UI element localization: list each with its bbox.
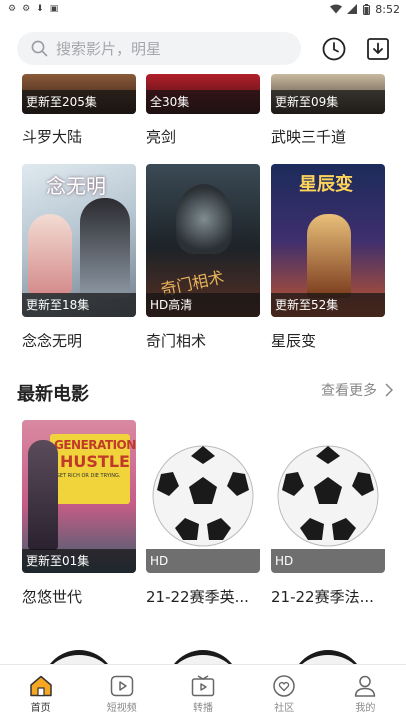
video-title: 斗罗大陆 xyxy=(22,128,83,146)
poster-figure xyxy=(28,440,58,550)
next-row-preview xyxy=(22,650,136,664)
battery-icon xyxy=(363,3,371,15)
download-button[interactable] xyxy=(365,36,391,62)
poster-image: 更新至09集 xyxy=(271,74,385,114)
wifi-icon xyxy=(330,4,343,14)
clock-icon xyxy=(322,37,346,61)
system-status: 8:52 xyxy=(330,3,400,16)
quality-badge: HD xyxy=(146,549,260,573)
tab-home[interactable]: 首页 xyxy=(0,665,81,721)
next-row-preview xyxy=(146,650,260,664)
video-title: 星辰变 xyxy=(271,332,317,350)
poster-image: HD xyxy=(271,420,385,573)
tab-community[interactable]: 社区 xyxy=(244,665,325,721)
user-icon xyxy=(355,675,376,697)
home-icon xyxy=(29,675,52,697)
poster-figure xyxy=(307,214,351,298)
video-title: 奇门相术 xyxy=(146,332,207,350)
tab-label: 转播 xyxy=(193,703,213,714)
see-more-link[interactable]: 查看更多 xyxy=(321,378,393,402)
soccer-ball-icon xyxy=(277,445,379,547)
notification-icons: ⚙ ⚙ ⬇ ▣ xyxy=(8,4,58,14)
poster-image: 念无明 更新至18集 xyxy=(22,164,136,317)
notification-icon: ⚙ xyxy=(8,4,17,14)
poster-image: 更新至205集 xyxy=(22,74,136,114)
history-button[interactable] xyxy=(321,36,347,62)
play-icon xyxy=(110,675,134,697)
status-bar: ⚙ ⚙ ⬇ ▣ 8:52 xyxy=(0,0,406,18)
video-card[interactable]: 更新至09集 武映三千道 xyxy=(271,74,385,154)
video-title: 念念无明 xyxy=(22,332,83,350)
search-placeholder: 搜索影片，明星 xyxy=(56,40,162,58)
movie-card[interactable]: GENERATION HUSTLE GET RICH OR DIE TRYING… xyxy=(22,420,136,610)
poster-title-art: 念无明 xyxy=(46,174,106,198)
signal-icon xyxy=(347,4,358,14)
video-card[interactable]: 念无明 更新至18集 念念无明 xyxy=(22,164,136,354)
app-notification-icon: ▣ xyxy=(49,4,59,14)
top-bar: 搜索影片，明星 xyxy=(0,30,406,66)
tab-profile[interactable]: 我的 xyxy=(325,665,406,721)
episode-badge: 更新至18集 xyxy=(22,293,136,317)
tab-label: 社区 xyxy=(274,703,295,714)
status-time: 8:52 xyxy=(375,2,400,16)
video-title: 21-22赛季法... xyxy=(271,588,374,606)
tab-short-video[interactable]: 短视频 xyxy=(81,665,162,721)
episode-badge: 更新至01集 xyxy=(22,549,136,573)
bottom-tab-bar: 首页 短视频 转播 社区 我的 xyxy=(0,664,406,721)
poster-title-art: GENERATION xyxy=(54,438,136,452)
poster-figure xyxy=(80,198,130,298)
episode-badge: 全30集 xyxy=(146,90,260,114)
poster-figure xyxy=(28,214,72,294)
quality-badge: HD xyxy=(271,549,385,573)
movie-card[interactable]: HD 21-22赛季法... xyxy=(271,420,385,610)
broadcast-icon xyxy=(191,675,215,697)
episode-badge: 更新至52集 xyxy=(271,293,385,317)
video-title: 21-22赛季英... xyxy=(146,588,249,606)
poster-image: 星辰变 更新至52集 xyxy=(271,164,385,317)
poster-image: 全30集 xyxy=(146,74,260,114)
search-icon xyxy=(31,40,48,57)
movie-card[interactable]: HD 21-22赛季英... xyxy=(146,420,260,610)
poster-title-art: 星辰变 xyxy=(299,174,353,195)
tab-broadcast[interactable]: 转播 xyxy=(162,665,243,721)
next-row-preview xyxy=(271,650,385,664)
chevron-right-icon xyxy=(385,383,393,397)
video-title: 忽悠世代 xyxy=(22,588,83,606)
poster-image: GENERATION HUSTLE GET RICH OR DIE TRYING… xyxy=(22,420,136,573)
episode-badge: 更新至09集 xyxy=(271,90,385,114)
section-header: 最新电影 查看更多 xyxy=(17,378,393,406)
poster-title-block: GENERATION HUSTLE GET RICH OR DIE TRYING… xyxy=(50,434,136,504)
download-notification-icon: ⬇ xyxy=(36,4,44,14)
poster-image: HD xyxy=(146,420,260,573)
download-icon xyxy=(367,38,389,60)
poster-figure xyxy=(176,184,232,254)
heart-icon xyxy=(273,675,295,697)
quality-badge: HD高清 xyxy=(146,293,260,317)
tab-label: 短视频 xyxy=(106,703,137,714)
tab-label: 我的 xyxy=(355,703,376,714)
video-title: 武映三千道 xyxy=(271,128,347,146)
poster-tagline: GET RICH OR DIE TRYING. xyxy=(56,473,121,479)
soccer-ball-icon xyxy=(152,445,254,547)
video-title: 亮剑 xyxy=(146,128,177,146)
notification-icon: ⚙ xyxy=(22,4,31,14)
video-card[interactable]: 全30集 亮剑 xyxy=(146,74,260,154)
section-title: 最新电影 xyxy=(17,384,89,405)
video-card[interactable]: 更新至205集 斗罗大陆 xyxy=(22,74,136,154)
search-input[interactable]: 搜索影片，明星 xyxy=(17,32,301,65)
video-card[interactable]: 星辰变 更新至52集 星辰变 xyxy=(271,164,385,354)
see-more-label: 查看更多 xyxy=(321,383,377,399)
tab-label: 首页 xyxy=(30,703,51,714)
poster-title-art: HUSTLE xyxy=(60,452,130,471)
video-card[interactable]: 奇门相术 HD高清 奇门相术 xyxy=(146,164,260,354)
episode-badge: 更新至205集 xyxy=(22,90,136,114)
poster-image: 奇门相术 HD高清 xyxy=(146,164,260,317)
